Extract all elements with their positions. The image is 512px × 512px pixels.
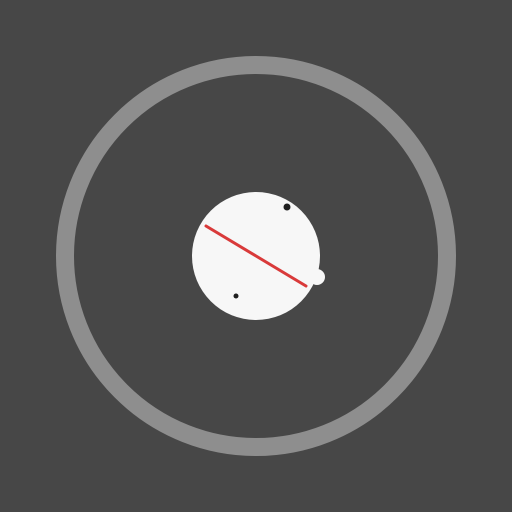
dot-bottom-icon	[233, 293, 239, 299]
edge-bump-icon	[309, 269, 325, 285]
game-scene[interactable]	[0, 0, 512, 512]
game-canvas[interactable]	[0, 0, 512, 512]
dot-top-icon	[283, 203, 291, 211]
